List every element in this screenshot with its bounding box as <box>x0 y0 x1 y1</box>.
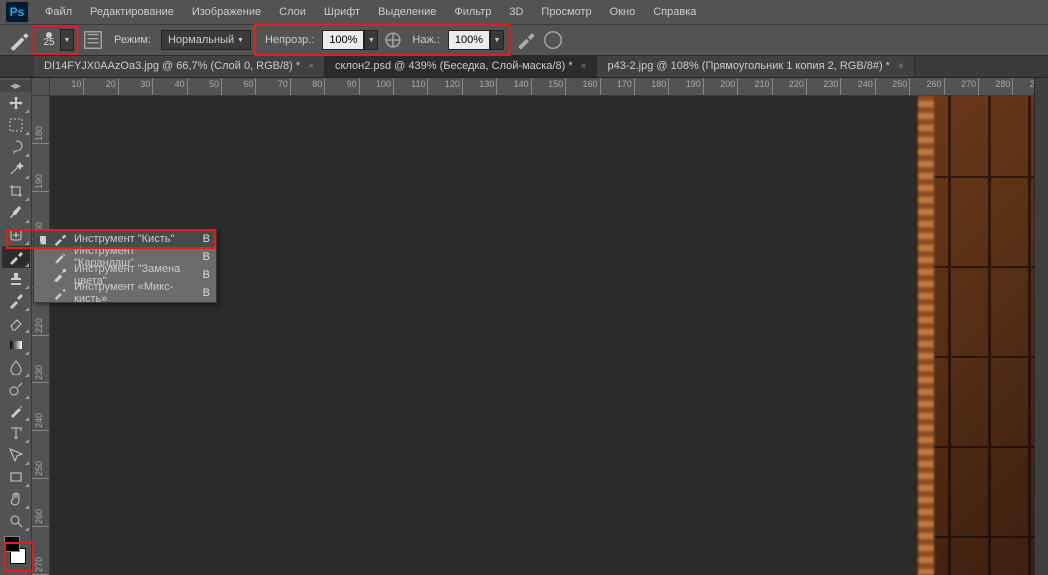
menu-выделение[interactable]: Выделение <box>369 2 445 22</box>
mix-icon <box>52 286 68 300</box>
panel-dock-strip[interactable] <box>1034 78 1048 575</box>
blend-mode-value: Нормальный <box>168 34 234 46</box>
tool-dodge[interactable] <box>2 378 30 400</box>
opacity-group: Непрозр.: ▼ Наж.: ▼ <box>257 27 508 53</box>
menu-bar: Ps ФайлРедактированиеИзображениеСлоиШриф… <box>0 0 1048 24</box>
ruler-origin[interactable] <box>32 78 50 96</box>
tab-label: склон2.psd @ 439% (Беседка, Слой-маска/8… <box>335 60 573 72</box>
menu-редактирование[interactable]: Редактирование <box>81 2 183 22</box>
brush-panel-toggle-icon[interactable] <box>82 29 104 51</box>
tool-blur[interactable] <box>2 356 30 378</box>
tool-eyedropper[interactable] <box>2 202 30 224</box>
menu-изображение[interactable]: Изображение <box>183 2 270 22</box>
opacity-input[interactable] <box>322 30 364 50</box>
tab-label: DI14FYJX0AAzOa3.jpg @ 66,7% (Слой 0, RGB… <box>44 60 300 72</box>
menu-файл[interactable]: Файл <box>36 2 81 22</box>
tool-history[interactable] <box>2 290 30 312</box>
close-icon[interactable]: × <box>898 61 904 72</box>
toolbox: ◀▶ <box>0 78 32 575</box>
tool-wand[interactable] <box>2 158 30 180</box>
flyout-shortcut: B <box>203 251 210 263</box>
flyout-item[interactable]: ■Инструмент «Микс-кисть»B <box>34 284 216 302</box>
opacity-dropdown[interactable]: ▼ <box>364 30 378 50</box>
current-tool-icon[interactable] <box>8 29 30 51</box>
menu-окно[interactable]: Окно <box>601 2 645 22</box>
menu-3d[interactable]: 3D <box>500 2 532 22</box>
tool-stamp[interactable] <box>2 268 30 290</box>
brush-preset-picker[interactable]: 25 ▼ <box>36 28 76 52</box>
tool-gradient[interactable] <box>2 334 30 356</box>
mode-label: Режим: <box>110 34 155 46</box>
menu-справка[interactable]: Справка <box>644 2 705 22</box>
brush-size-value: 25 <box>43 38 54 48</box>
tool-marquee[interactable] <box>2 114 30 136</box>
menu-шрифт[interactable]: Шрифт <box>315 2 369 22</box>
flow-dropdown[interactable]: ▼ <box>490 30 504 50</box>
opacity-label: Непрозр.: <box>261 34 318 46</box>
tab-label: p43-2.jpg @ 108% (Прямоугольник 1 копия … <box>607 60 890 72</box>
menu-просмотр[interactable]: Просмотр <box>532 2 600 22</box>
close-icon[interactable]: × <box>581 61 587 72</box>
active-dot-icon: ■ <box>40 236 46 242</box>
tool-pen[interactable] <box>2 400 30 422</box>
tool-eraser[interactable] <box>2 312 30 334</box>
replace-icon <box>52 268 68 282</box>
ruler-vertical[interactable]: 180190200210220230240250260270 <box>32 96 50 575</box>
document-tab[interactable]: p43-2.jpg @ 108% (Прямоугольник 1 копия … <box>597 55 914 77</box>
options-bar: 25 ▼ Режим: Нормальный ▼ Непрозр.: ▼ Наж… <box>0 24 1048 56</box>
tool-hand[interactable] <box>2 488 30 510</box>
flyout-label: Инструмент "Кисть" <box>74 233 197 245</box>
tool-move[interactable] <box>2 92 30 114</box>
flyout-shortcut: B <box>203 287 210 299</box>
tool-zoom[interactable] <box>2 510 30 532</box>
flyout-shortcut: B <box>203 233 210 245</box>
flyout-label: Инструмент «Микс-кисть» <box>74 281 197 305</box>
document-image <box>918 96 1048 575</box>
document-tab-bar: DI14FYJX0AAzOa3.jpg @ 66,7% (Слой 0, RGB… <box>0 56 1048 78</box>
ruler-horizontal[interactable]: 1020304050607080901001101201301401501601… <box>50 78 1048 96</box>
canvas-area: 1020304050607080901001101201301401501601… <box>32 78 1048 575</box>
document-tab[interactable]: DI14FYJX0AAzOa3.jpg @ 66,7% (Слой 0, RGB… <box>34 55 325 77</box>
flyout-shortcut: B <box>203 269 210 281</box>
tool-path[interactable] <box>2 444 30 466</box>
pencil-icon <box>52 250 68 264</box>
tool-brush[interactable] <box>2 246 30 268</box>
app-logo: Ps <box>6 2 28 22</box>
toolbox-collapse[interactable]: ◀▶ <box>0 80 31 92</box>
airbrush-icon[interactable] <box>514 29 536 51</box>
tool-crop[interactable] <box>2 180 30 202</box>
tool-lasso[interactable] <box>2 136 30 158</box>
pressure-size-icon[interactable] <box>542 29 564 51</box>
canvas[interactable] <box>50 96 1048 575</box>
tool-healing[interactable] <box>2 224 30 246</box>
blend-mode-select[interactable]: Нормальный ▼ <box>161 30 251 50</box>
tool-type[interactable] <box>2 422 30 444</box>
menu-фильтр[interactable]: Фильтр <box>445 2 500 22</box>
document-tab[interactable]: склон2.psd @ 439% (Беседка, Слой-маска/8… <box>325 55 597 77</box>
flow-input[interactable] <box>448 30 490 50</box>
chevron-down-icon: ▼ <box>237 37 244 44</box>
tool-rect[interactable] <box>2 466 30 488</box>
close-icon[interactable]: × <box>308 61 314 72</box>
brush-preset-dropdown[interactable]: ▼ <box>60 29 74 51</box>
menu-слои[interactable]: Слои <box>270 2 315 22</box>
flow-label: Наж.: <box>408 34 444 46</box>
color-swatches[interactable] <box>2 536 30 566</box>
brush-tool-flyout: ■Инструмент "Кисть"B■Инструмент "Каранда… <box>33 229 217 303</box>
pressure-opacity-icon[interactable] <box>382 29 404 51</box>
brush-icon <box>52 232 68 246</box>
foreground-color-swatch[interactable] <box>4 536 20 552</box>
